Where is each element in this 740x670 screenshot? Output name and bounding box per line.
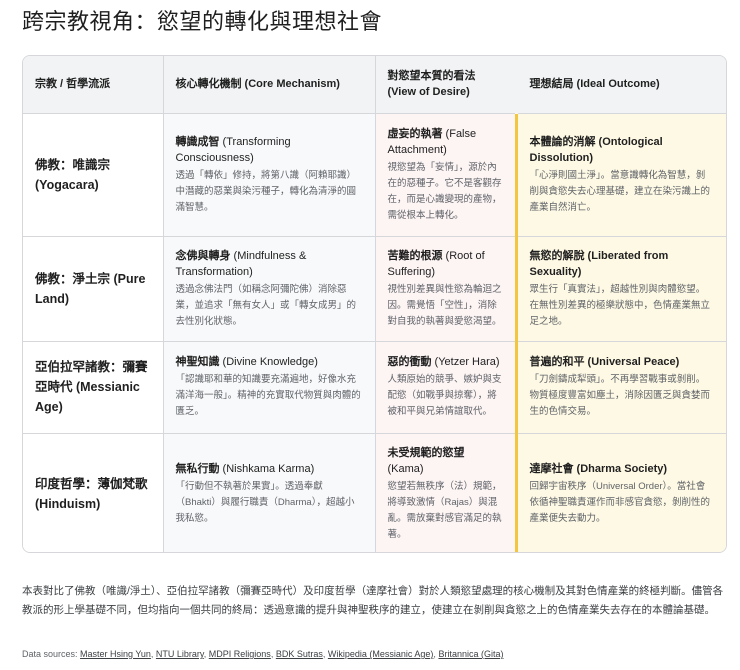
view-desc: 視慾望為「妄情」，源於內在的惡種子。它不是客觀存在，而是心識變現的產物，需從根本… — [387, 161, 502, 221]
header-outcome: 理想結局 (Ideal Outcome) — [516, 56, 726, 114]
school-cell: 印度哲學：薄伽梵歌 (Hinduism) — [23, 433, 164, 552]
mechanism-desc: 「認識耶和華的知識要充滿遍地，好像水充滿洋海一般」。精神的充實取代物質與肉體的匱… — [175, 374, 361, 417]
view-cell: 苦難的根源 (Root of Suffering) 視性別差異與性慾為輪迴之因。… — [375, 236, 517, 342]
view-desc: 慾望若無秩序（法）規範，將導致激情（Rajas）與混亂。需放棄對感官滿足的執著。 — [387, 480, 502, 540]
outcome-title: 無慾的解脫 (Liberated from Sexuality) — [529, 249, 669, 278]
header-school: 宗教 / 哲學流派 — [23, 56, 164, 114]
mechanism-desc: 「行動但不執著於果實」。透過奉獻（Bhakti）與履行職責（Dharma），超越… — [175, 480, 355, 524]
table-row: 印度哲學：薄伽梵歌 (Hinduism) 無私行動 (Nishkama Karm… — [23, 433, 726, 552]
mechanism-desc: 透過「轉依」修持，將第八識（阿賴耶識）中潛藏的惡業與染污種子，轉化為清淨的圓滿智… — [175, 169, 357, 213]
view-desc: 視性別差異與性慾為輪迴之因。需覺悟「空性」，消除對自我的執著與愛慾渴望。 — [387, 283, 502, 327]
data-sources: Data sources: Master Hsing Yun, NTU Libr… — [22, 649, 504, 659]
view-title: 苦難的根源 (Root of Suffering) — [388, 248, 503, 280]
view-title: 惡的衝動 (Yetzer Hara) — [388, 354, 503, 370]
view-title: 未受規範的慾望 (Kama) — [388, 445, 503, 477]
mechanism-title-en: (Nishkama Karma) — [219, 462, 315, 475]
mechanism-title-zh: 神聖知識 — [175, 356, 220, 368]
outcome-desc: 回歸宇宙秩序（Universal Order）。當社會依循神聖職責運作而非感官貪… — [529, 480, 711, 524]
source-link[interactable]: Master Hsing Yun — [80, 649, 151, 659]
comparison-table: 宗教 / 哲學流派 核心轉化機制 (Core Mechanism) 對慾望本質的… — [22, 55, 727, 553]
mechanism-title: 轉識成智 (Transforming Consciousness) — [176, 134, 363, 166]
outcome-title: 達摩社會 (Dharma Society) — [529, 462, 668, 475]
header-mechanism: 核心轉化機制 (Core Mechanism) — [163, 56, 376, 114]
outcome-desc: 眾生行「真實法」，超越性別與肉體慾望。在無性別差異的極樂狀態中，色情產業無立足之… — [529, 283, 711, 327]
table-row: 佛教：淨土宗 (Pure Land) 念佛與轉身 (Mindfulness & … — [23, 236, 726, 342]
outcome-desc: 「心淨則國土淨」。當意識轉化為智慧，剝削與貪慾失去心理基礎，建立在染污識上的產業… — [529, 169, 711, 213]
outcome-desc: 「刀劍鑄成犁頭」。不再學習戰事或剝削。物質極度豐富如塵土，消除因匱乏與貪婪而生的… — [529, 374, 711, 417]
header-view: 對慾望本質的看法 (View of Desire) — [375, 56, 517, 114]
view-title-zh: 苦難的根源 — [387, 249, 443, 262]
view-cell: 未受規範的慾望 (Kama) 慾望若無秩序（法）規範，將導致激情（Rajas）與… — [375, 433, 517, 552]
mechanism-title: 無私行動 (Nishkama Karma) — [176, 461, 363, 477]
mechanism-title-en: (Divine Knowledge) — [219, 356, 318, 368]
school-cell: 佛教：唯識宗 (Yogacara) — [23, 113, 164, 237]
mechanism-cell: 念佛與轉身 (Mindfulness & Transformation) 透過念… — [163, 236, 376, 342]
school-cell: 亞伯拉罕諸教：彌賽亞時代 (Messianic Age) — [23, 341, 164, 434]
view-cell: 虛妄的執著 (False Attachment) 視慾望為「妄情」，源於內在的惡… — [375, 113, 517, 237]
view-desc: 人類原始的競爭、嫉妒與支配慾（如戰爭與掠奪），將被和平與兄弟情誼取代。 — [387, 374, 502, 417]
source-link[interactable]: NTU Library — [156, 649, 204, 659]
outcome-title: 普遍的和平 (Universal Peace) — [529, 356, 680, 368]
mechanism-desc: 透過念佛法門（如稱念阿彌陀佛）消除惡業，並追求「無有女人」或「轉女成男」的去性別… — [175, 283, 357, 327]
source-link[interactable]: Wikipedia (Messianic Age) — [328, 649, 434, 659]
table-header-row: 宗教 / 哲學流派 核心轉化機制 (Core Mechanism) 對慾望本質的… — [23, 56, 726, 114]
sources-label: Data sources: — [22, 649, 81, 659]
view-title-zh: 虛妄的執著 — [387, 127, 443, 140]
mechanism-title: 神聖知識 (Divine Knowledge) — [176, 354, 363, 370]
view-title-en: (Kama) — [387, 462, 424, 475]
outcome-cell: 無慾的解脫 (Liberated from Sexuality) 眾生行「真實法… — [514, 236, 726, 342]
mechanism-title-zh: 轉識成智 — [175, 135, 220, 148]
view-cell: 惡的衝動 (Yetzer Hara) 人類原始的競爭、嫉妒與支配慾（如戰爭與掠奪… — [375, 341, 517, 434]
mechanism-title-zh: 念佛與轉身 — [175, 249, 231, 262]
source-link[interactable]: MDPI Religions — [209, 649, 271, 659]
outcome-cell: 達摩社會 (Dharma Society) 回歸宇宙秩序（Universal O… — [514, 433, 726, 552]
outcome-title: 本體論的消解 (Ontological Dissolution) — [529, 135, 663, 164]
mechanism-title: 念佛與轉身 (Mindfulness & Transformation) — [176, 248, 363, 280]
source-link[interactable]: Britannica (Gita) — [438, 649, 503, 659]
mechanism-title-zh: 無私行動 — [175, 462, 220, 475]
mechanism-cell: 無私行動 (Nishkama Karma) 「行動但不執著於果實」。透過奉獻（B… — [163, 433, 376, 552]
source-link[interactable]: BDK Sutras — [276, 649, 323, 659]
view-title-en: (Yetzer Hara) — [431, 356, 500, 368]
outcome-cell: 本體論的消解 (Ontological Dissolution) 「心淨則國土淨… — [514, 113, 726, 237]
mechanism-cell: 神聖知識 (Divine Knowledge) 「認識耶和華的知識要充滿遍地，好… — [163, 341, 376, 434]
outcome-cell: 普遍的和平 (Universal Peace) 「刀劍鑄成犁頭」。不再學習戰事或… — [514, 341, 726, 434]
view-title: 虛妄的執著 (False Attachment) — [388, 126, 503, 158]
page-title: 跨宗教視角：慾望的轉化與理想社會 — [22, 9, 383, 34]
table-row: 佛教：唯識宗 (Yogacara) 轉識成智 (Transforming Con… — [23, 113, 726, 237]
school-cell: 佛教：淨土宗 (Pure Land) — [23, 236, 164, 342]
summary-note: 本表對比了佛教（唯識/淨土）、亞伯拉罕諸教（彌賽亞時代）及印度哲學（達摩社會）對… — [22, 585, 724, 616]
view-title-zh: 惡的衝動 — [387, 356, 432, 368]
mechanism-cell: 轉識成智 (Transforming Consciousness) 透過「轉依」… — [163, 113, 376, 237]
table-row: 亞伯拉罕諸教：彌賽亞時代 (Messianic Age) 神聖知識 (Divin… — [23, 341, 726, 434]
view-title-zh: 未受規範的慾望 — [387, 446, 465, 459]
